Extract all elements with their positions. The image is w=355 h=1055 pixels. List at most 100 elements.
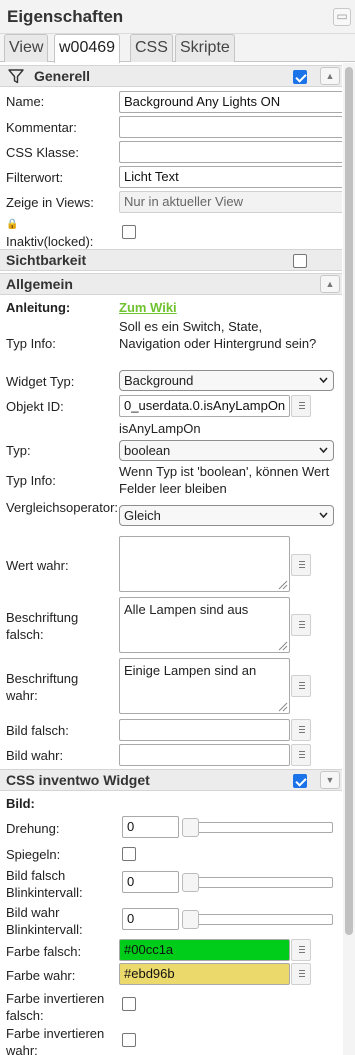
slider-handle[interactable]	[182, 910, 199, 929]
beschr-wahr-label: Beschriftung wahr:	[6, 671, 79, 703]
filterwort-input[interactable]: Licht Text	[119, 166, 342, 188]
farbe-inv-falsch-checkbox[interactable]	[122, 997, 136, 1011]
section-title: CSS inventwo Widget	[6, 772, 150, 788]
slider-handle[interactable]	[182, 818, 199, 837]
spiegeln-label: Spiegeln:	[6, 847, 61, 862]
vergleich-label: Vergleichsoperator:	[6, 500, 119, 515]
zeige-label: Zeige in Views:	[6, 195, 94, 210]
wert-wahr-ellipsis-icon[interactable]	[291, 554, 311, 576]
typ-select[interactable]: boolean	[119, 440, 334, 461]
resize-grip-icon[interactable]	[278, 580, 288, 590]
section-sichtbarkeit[interactable]: Sichtbarkeit	[0, 249, 342, 271]
typ-info-2-label: Typ Info:	[6, 473, 56, 488]
kommentar-label: Kommentar:	[6, 120, 77, 135]
bild-falsch-input[interactable]	[119, 719, 290, 741]
properties-content: Generell ▲ Name: Background Any Lights O…	[0, 63, 342, 1055]
section-allgemein[interactable]: Allgemein ▲	[0, 273, 342, 295]
slider-handle[interactable]	[182, 873, 199, 892]
tab-widget[interactable]: w00469	[54, 34, 121, 63]
farbe-falsch-input[interactable]: #00cc1a	[119, 939, 290, 961]
bild-group-label: Bild:	[6, 796, 35, 811]
filterwort-label: Filterwort:	[6, 170, 64, 185]
beschr-wahr-textarea[interactable]: Einige Lampen sind an	[119, 658, 290, 714]
generell-checkbox[interactable]	[293, 70, 307, 84]
tab-view[interactable]: View	[4, 34, 49, 62]
inaktiv-checkbox[interactable]	[122, 225, 136, 239]
bild-falsch-blink-slider[interactable]	[182, 873, 333, 892]
name-label: Name:	[6, 94, 45, 109]
bild-falsch-blink-input[interactable]: 0	[122, 871, 179, 893]
bild-wahr-input[interactable]	[119, 744, 290, 766]
window-button[interactable]: ▭	[333, 8, 351, 26]
chevron-up-icon[interactable]: ▲	[320, 67, 340, 85]
widget-typ-value: Background	[124, 373, 194, 388]
typ-info-text: Soll es ein Switch, State, Navigation od…	[119, 319, 317, 351]
chevron-down-icon[interactable]: ▼	[320, 771, 340, 789]
caret-down-icon	[319, 377, 328, 384]
farbe-inv-wahr-label: Farbe invertieren wahr:	[6, 1026, 105, 1055]
bild-wahr-blink-input[interactable]: 0	[122, 908, 179, 930]
typ-info-label: Typ Info:	[6, 336, 56, 351]
beschr-falsch-textarea[interactable]: Alle Lampen sind aus	[119, 597, 290, 653]
beschr-falsch-value: Alle Lampen sind aus	[124, 602, 249, 617]
zeige-input: Nur in aktueller View	[119, 191, 342, 213]
kommentar-input[interactable]	[119, 116, 342, 138]
widget-typ-label: Widget Typ:	[6, 374, 75, 389]
section-title: Generell	[34, 68, 91, 84]
scrollbar-thumb[interactable]	[345, 67, 353, 935]
section-title: Sichtbarkeit	[6, 252, 87, 268]
css-klasse-input[interactable]	[119, 141, 342, 163]
bild-falsch-label: Bild falsch:	[6, 723, 69, 738]
farbe-wahr-ellipsis-icon[interactable]	[291, 963, 311, 985]
caret-down-icon	[319, 512, 328, 519]
caret-down-icon	[319, 447, 328, 454]
section-generell[interactable]: Generell ▲	[0, 65, 342, 87]
css-inventwo-checkbox[interactable]	[293, 774, 307, 788]
tab-css[interactable]: CSS	[130, 34, 173, 62]
bild-wahr-blink-slider[interactable]	[182, 910, 333, 929]
farbe-inv-falsch-label: Farbe invertieren falsch:	[6, 991, 105, 1023]
wiki-link[interactable]: Zum Wiki	[119, 299, 177, 316]
resize-grip-icon[interactable]	[278, 702, 288, 712]
widget-typ-select[interactable]: Background	[119, 370, 334, 391]
vergleich-select[interactable]: Gleich	[119, 505, 334, 526]
section-title: Allgemein	[6, 276, 73, 292]
farbe-falsch-ellipsis-icon[interactable]	[291, 939, 311, 961]
resize-grip-icon[interactable]	[278, 641, 288, 651]
bild-falsch-blink-label: Bild falsch Blinkintervall:	[6, 868, 83, 900]
css-klasse-label: CSS Klasse:	[6, 145, 79, 160]
lock-icon: 🔒	[6, 219, 19, 230]
farbe-wahr-input[interactable]: #ebd96b	[119, 963, 290, 985]
scrollbar[interactable]	[343, 63, 355, 1055]
typ-info-2-text: Wenn Typ ist 'boolean', können Wert Feld…	[119, 464, 330, 496]
chevron-up-icon[interactable]: ▲	[320, 275, 340, 293]
beschr-wahr-value: Einige Lampen sind an	[124, 663, 257, 678]
drehung-input[interactable]: 0	[122, 816, 179, 838]
name-input[interactable]: Background Any Lights ON	[119, 91, 342, 113]
typ-value: boolean	[124, 443, 171, 458]
sichtbarkeit-checkbox[interactable]	[293, 254, 307, 268]
bild-wahr-ellipsis-icon[interactable]	[291, 744, 311, 766]
farbe-inv-wahr-checkbox[interactable]	[122, 1033, 136, 1047]
anleitung-label: Anleitung:	[6, 300, 71, 315]
wert-wahr-textarea[interactable]	[119, 536, 290, 592]
bild-wahr-blink-label: Bild wahr Blinkintervall:	[6, 905, 83, 937]
section-css-inventwo[interactable]: CSS inventwo Widget ▼	[0, 769, 342, 791]
beschr-wahr-ellipsis-icon[interactable]	[291, 675, 311, 697]
farbe-falsch-label: Farbe falsch:	[6, 944, 82, 959]
filter-icon[interactable]	[8, 69, 24, 84]
inaktiv-label: Inaktiv(locked):	[6, 234, 94, 249]
spiegeln-checkbox[interactable]	[122, 847, 136, 861]
tab-skripte[interactable]: Skripte	[175, 34, 235, 62]
title-bar: Eigenschaften ▭	[0, 0, 355, 34]
drehung-label: Drehung:	[6, 821, 60, 836]
vergleich-value: Gleich	[124, 508, 161, 523]
bild-wahr-label: Bild wahr:	[6, 748, 64, 763]
drehung-slider[interactable]	[182, 818, 333, 837]
typ-label: Typ:	[6, 443, 31, 458]
tab-bar: View w00469 CSS Skripte	[0, 34, 355, 63]
bild-falsch-ellipsis-icon[interactable]	[291, 719, 311, 741]
objekt-id-input[interactable]: 0_userdata.0.isAnyLampOn	[119, 395, 290, 417]
beschr-falsch-ellipsis-icon[interactable]	[291, 614, 311, 636]
objekt-id-ellipsis-icon[interactable]	[291, 395, 311, 417]
